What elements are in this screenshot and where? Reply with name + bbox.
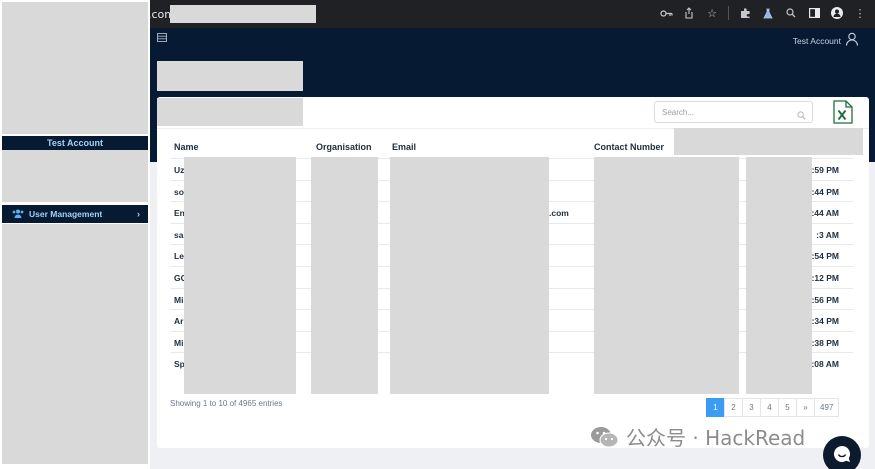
page-button-1[interactable]: 1 — [706, 398, 725, 417]
date-column-redaction — [746, 157, 812, 394]
search-box[interactable] — [654, 101, 813, 123]
url-redaction — [170, 5, 316, 23]
card-title-redaction — [157, 98, 303, 126]
entries-info: Showing 1 to 10 of 4965 entries — [170, 399, 283, 408]
column-header-redaction — [674, 128, 863, 155]
labs-icon[interactable] — [761, 6, 775, 20]
chat-bubble-icon — [833, 446, 850, 462]
menu-icon[interactable] — [157, 33, 167, 43]
share-icon[interactable] — [682, 6, 696, 20]
cell-time: :3 AM — [816, 230, 839, 240]
star-icon[interactable]: ☆ — [705, 6, 719, 20]
sidebar-account-name: Test Account — [2, 136, 148, 150]
chevron-right-icon: › — [137, 209, 140, 219]
name-column-redaction — [184, 157, 296, 394]
user-icon[interactable] — [845, 32, 859, 46]
page-button-4[interactable]: 4 — [760, 398, 779, 417]
search-icon[interactable] — [797, 107, 807, 120]
cell-name: Ar — [174, 316, 184, 326]
column-header-email[interactable]: Email — [392, 142, 416, 152]
cell-name: Mi — [174, 295, 184, 305]
excel-export-icon[interactable] — [833, 100, 853, 124]
cell-time: :08 AM — [811, 359, 839, 369]
sidebar-item-label: User Management — [29, 209, 103, 219]
cell-name: Uz — [174, 165, 185, 175]
cell-time: :56 PM — [811, 295, 839, 305]
watermark: 公众号 · HackRead — [590, 422, 805, 451]
cell-name: so — [174, 187, 184, 197]
cell-time: :12 PM — [811, 273, 839, 283]
cell-time: :54 PM — [811, 251, 839, 261]
extensions-icon[interactable] — [738, 6, 752, 20]
page-title-redaction — [157, 61, 303, 91]
wechat-icon — [590, 425, 620, 449]
browser-icons: ☆ ⋮ — [659, 6, 867, 20]
watermark-text: 公众号 · HackRead — [626, 426, 806, 450]
column-header-organisation[interactable]: Organisation — [316, 142, 372, 152]
cell-time: :44 AM — [811, 208, 839, 218]
sidebar-logo-redaction — [2, 2, 148, 134]
sidebar-icon[interactable] — [807, 6, 821, 20]
key-icon[interactable] — [659, 6, 673, 20]
more-icon[interactable]: ⋮ — [853, 6, 867, 20]
app-header — [150, 28, 875, 64]
contact-column-redaction — [594, 157, 739, 394]
search-input[interactable] — [662, 102, 792, 123]
page-button-3[interactable]: 3 — [742, 398, 761, 417]
sidebar-item-user-management[interactable]: User Management › — [2, 205, 148, 223]
organisation-column-redaction — [311, 157, 378, 394]
page-last-button[interactable]: 497 — [814, 398, 840, 417]
sidebar: Test Account User Management › — [0, 0, 150, 469]
cell-email: .com — [549, 208, 569, 218]
page-button-5[interactable]: 5 — [778, 398, 797, 417]
cell-time: :34 PM — [811, 316, 839, 326]
cell-time: :38 PM — [811, 338, 839, 348]
page-button-2[interactable]: 2 — [724, 398, 743, 417]
cell-name: Le — [174, 251, 184, 261]
pagination: 1 2 3 4 5 » 497 — [706, 398, 840, 417]
column-header-name[interactable]: Name — [174, 142, 199, 152]
sidebar-redaction — [2, 150, 148, 202]
sidebar-menu-redaction — [2, 224, 148, 464]
profile-icon[interactable] — [830, 6, 844, 20]
page-next-button[interactable]: » — [796, 398, 815, 417]
cell-time: :59 PM — [811, 165, 839, 175]
cell-name: Mi — [174, 338, 184, 348]
chat-button[interactable] — [823, 436, 861, 469]
search-icon[interactable] — [784, 6, 798, 20]
users-icon — [12, 209, 24, 220]
column-header-contact[interactable]: Contact Number — [594, 142, 664, 152]
cell-time: :44 PM — [811, 187, 839, 197]
cell-name: sa — [174, 230, 184, 240]
email-column-redaction — [390, 157, 549, 394]
header-account-label[interactable]: Test Account — [793, 36, 841, 46]
